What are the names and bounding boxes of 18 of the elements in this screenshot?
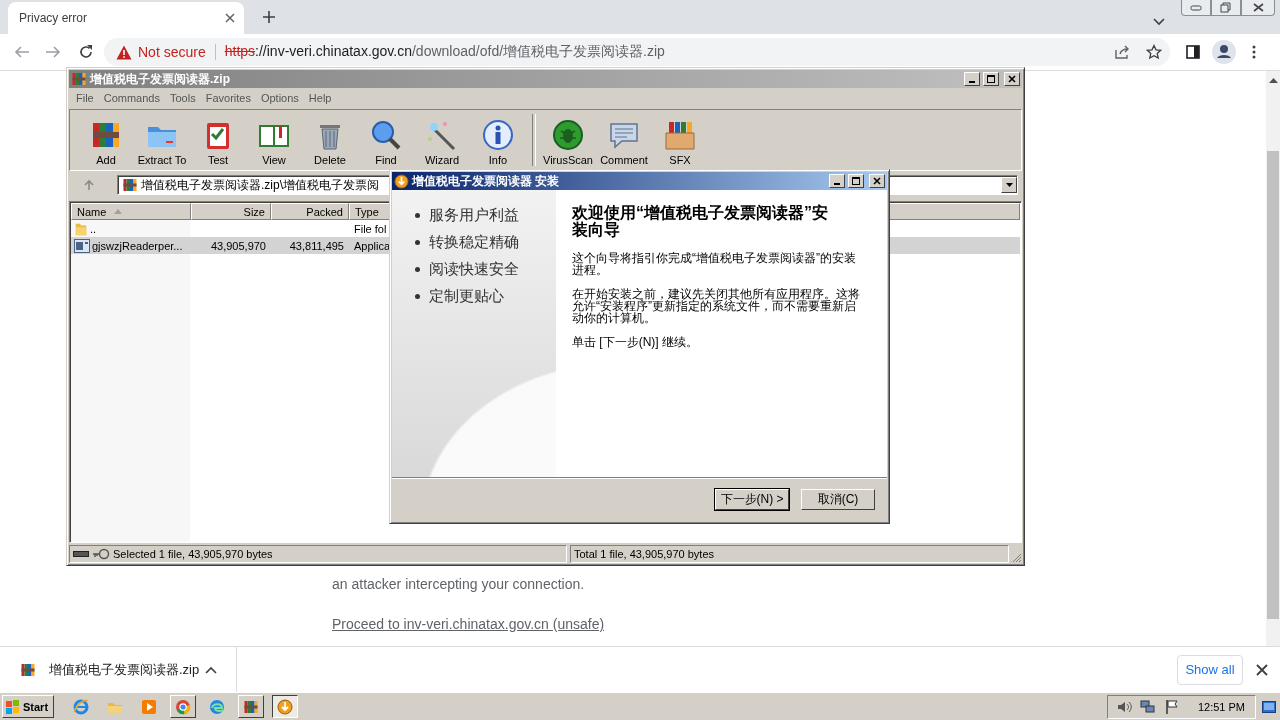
address-text: https://inv-veri.chinatax.gov.cn/download/ofd/增值税电子发票阅读器.zip (224, 43, 665, 61)
paragraph: 单击 [下一步(N)] 继续。 (572, 336, 699, 348)
table-cell: gjswzjReaderper... (92, 239, 183, 252)
paragraph: 这个向导将指引你完成“增值税电子发票阅读器”的安装进程。 (572, 252, 857, 276)
status-text: Total 1 file, 43,905,970 bytes (574, 548, 715, 560)
table-cell: .. (90, 222, 97, 235)
table-cell: 43,811,495 (289, 239, 344, 252)
table-cell: 43,905,970 (210, 239, 266, 252)
window-title: 增值税电子发票阅读器.zip (90, 70, 230, 88)
paragraph: 在开始安装之前，建议先关闭其他所有应用程序。这将允许“安装程序”更新指定的系统文件，而不需要重新启动你的计算机。 (572, 288, 861, 324)
feature-text: 阅读快速安全 (429, 260, 519, 279)
status-text: Selected 1 file, 43,905,970 bytes (113, 548, 273, 560)
table-cell: File fol (354, 222, 387, 235)
table-cell: Applica (354, 239, 391, 252)
paragraph: an attacker intercepting your connection. (332, 576, 585, 592)
feature-text: 定制更贴心 (429, 287, 504, 306)
window-title: 增值税电子发票阅读器 安装 (412, 172, 560, 190)
feature-text: 转换稳定精确 (429, 233, 519, 252)
